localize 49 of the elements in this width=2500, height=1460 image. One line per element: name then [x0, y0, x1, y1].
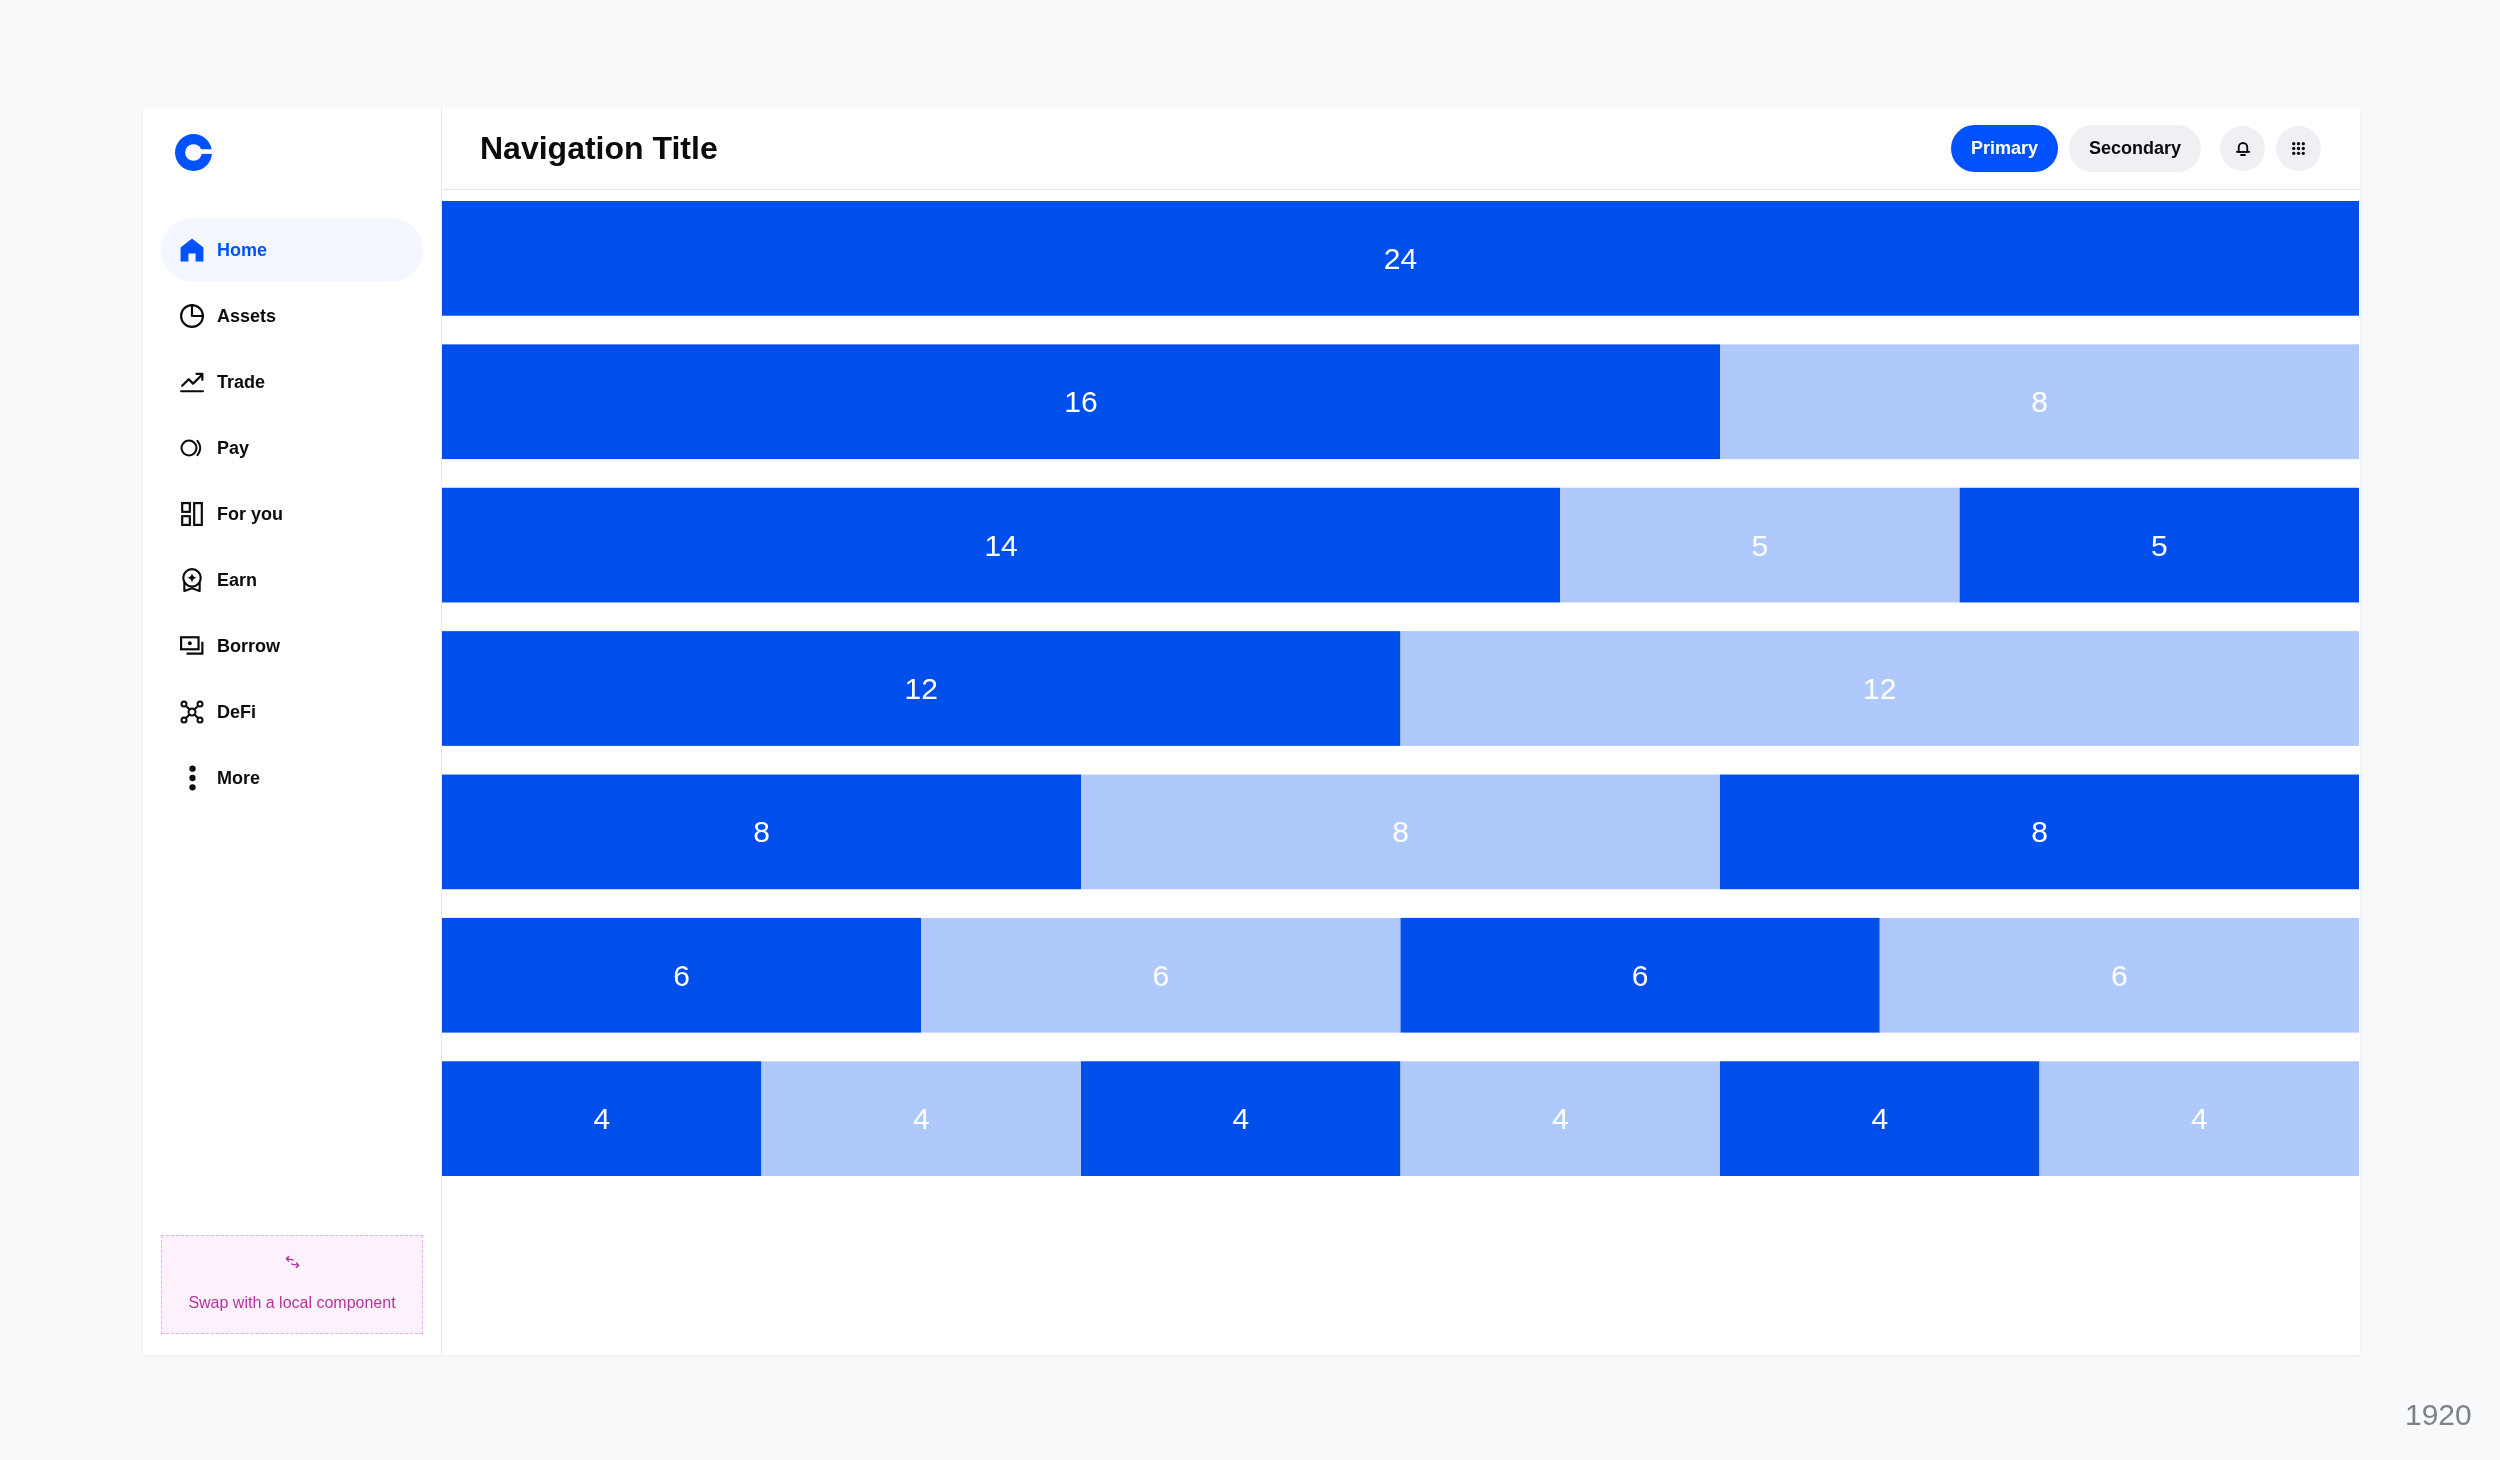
nav-item[interactable]: Pay	[161, 416, 423, 480]
bar-value-label: 4	[1551, 1102, 1569, 1136]
swap-arrows-icon	[284, 1255, 300, 1269]
trend-line-icon	[180, 370, 204, 394]
nav-item[interactable]: Borrow	[161, 614, 423, 678]
bar-value-label: 6	[1631, 958, 1649, 992]
notifications-button[interactable]	[2220, 125, 2265, 171]
primary-button[interactable]: Primary	[1950, 124, 2058, 172]
bell-icon	[2235, 140, 2250, 156]
bar-value-label: 4	[1232, 1102, 1250, 1136]
bar-value-label: 4	[1871, 1102, 1889, 1136]
placeholder-text: Swap with a local component	[188, 1293, 396, 1313]
bar-value-label: 6	[2111, 958, 2128, 992]
frame-width-label: 1920	[2405, 1400, 2472, 1430]
nav-item[interactable]: For you	[161, 482, 423, 546]
grid-icon	[2292, 141, 2305, 155]
apps-button[interactable]	[2276, 125, 2321, 171]
secondary-button[interactable]: Secondary	[2068, 124, 2201, 172]
bar-value-label: 24	[1383, 241, 1418, 275]
nav-item[interactable]: Assets	[161, 284, 423, 348]
bar-value-label: 8	[2031, 815, 2048, 849]
more-icon	[188, 765, 196, 791]
bar-value-label: 5	[2150, 528, 2168, 562]
bar-value-label: 8	[1392, 815, 1409, 849]
brand-logo[interactable]	[175, 134, 212, 171]
bar-value-label: 4	[593, 1102, 611, 1136]
nodes-icon	[180, 700, 204, 724]
nav-item[interactable]: Home	[161, 218, 423, 282]
nav-item[interactable]: Trade	[161, 350, 423, 414]
pie-chart-icon	[180, 304, 204, 328]
bar-value-label: 4	[912, 1102, 930, 1136]
bar-value-label: 16	[1064, 385, 1098, 419]
bar-value-label: 6	[1152, 958, 1170, 992]
page-title: Navigation Title	[480, 132, 718, 164]
bar-value-label: 4	[2190, 1102, 2208, 1136]
nav-item[interactable]: DeFi	[161, 680, 423, 744]
layout-icon	[180, 502, 204, 526]
bar-value-label: 12	[904, 672, 938, 705]
bar-value-label: 14	[984, 528, 1018, 562]
bar-value-label: 8	[753, 815, 770, 849]
bar-value-label: 5	[1751, 528, 1769, 562]
bar-value-label: 6	[673, 958, 690, 992]
home-icon	[180, 238, 204, 262]
bar-value-label: 8	[2031, 385, 2048, 419]
badge-icon	[180, 568, 204, 592]
nav-item[interactable]: More	[161, 746, 423, 810]
bar-value-label: 12	[1863, 672, 1897, 705]
cash-icon	[180, 634, 204, 658]
nav-item[interactable]: Earn	[161, 548, 423, 612]
